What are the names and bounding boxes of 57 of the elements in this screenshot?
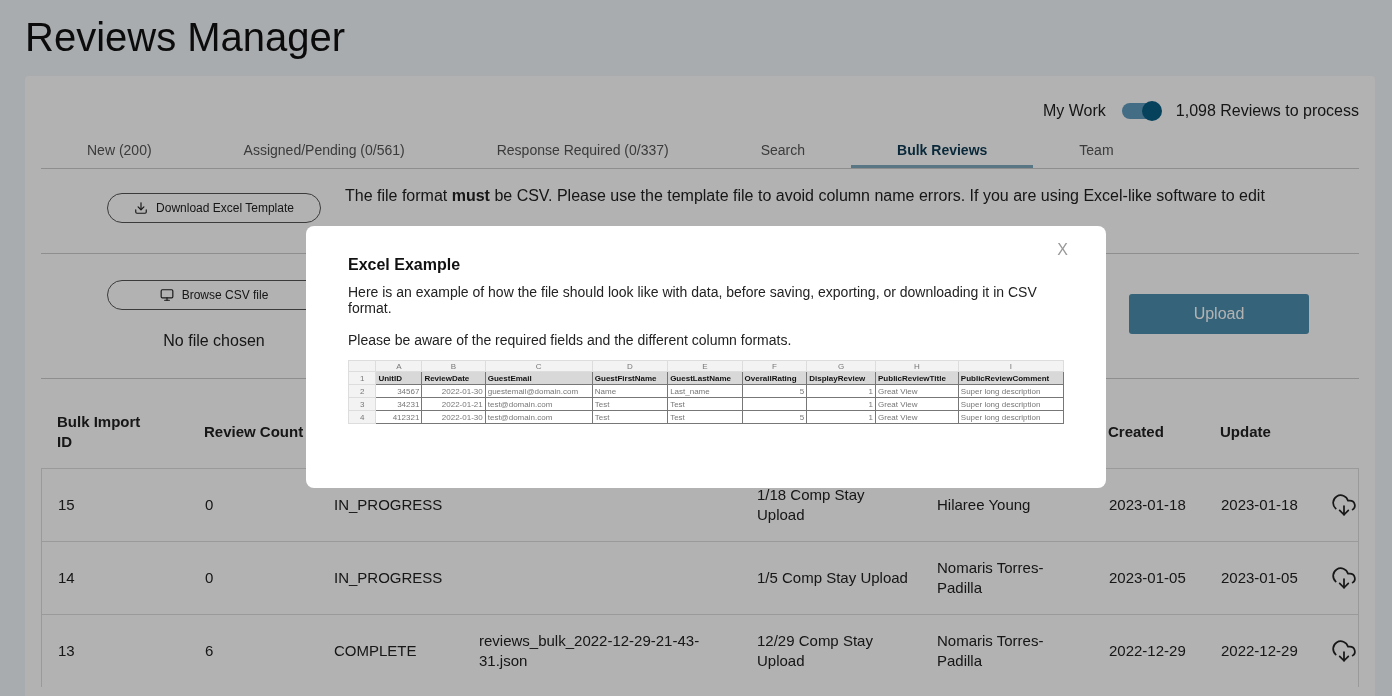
table-cell-text: Nomaris Torres-Padilla bbox=[937, 558, 1045, 598]
reviews-count: 1,098 Reviews to process bbox=[1175, 102, 1359, 120]
tab[interactable]: Bulk Reviews bbox=[851, 134, 1034, 168]
tab[interactable]: Team bbox=[1033, 134, 1160, 168]
tab[interactable]: New (200) bbox=[41, 134, 198, 168]
table-cell-text: 14 bbox=[58, 568, 76, 588]
cloud-download-icon[interactable] bbox=[1331, 565, 1357, 591]
tab[interactable]: Response Required (0/337) bbox=[450, 134, 715, 168]
dialog-title: Excel Example bbox=[348, 256, 462, 274]
table-cell-text: IN_PROGRESS bbox=[334, 495, 444, 515]
column-letter: F bbox=[742, 360, 807, 372]
table-cell-text: 2023-01-18 bbox=[1109, 495, 1187, 515]
tab[interactable]: Assigned/Pending (0/561) bbox=[197, 134, 451, 168]
tab[interactable]: Search bbox=[714, 134, 852, 168]
column-header: Created bbox=[1108, 421, 1165, 442]
download-template-button[interactable]: Download Excel Template bbox=[107, 193, 321, 223]
cloud-download-icon[interactable] bbox=[1331, 638, 1357, 664]
table-cell-text: Nomaris Torres-Padilla bbox=[937, 631, 1045, 671]
table-cell-text: reviews_bulk_2022-12-29-21-43-31.json bbox=[479, 631, 701, 671]
column-header: Update bbox=[1220, 421, 1272, 442]
column-letter: D bbox=[592, 360, 668, 372]
table-cell-text: Hilaree Young bbox=[937, 495, 1032, 515]
column-header: Review Count bbox=[204, 421, 304, 442]
table-cell-text: 6 bbox=[205, 641, 215, 661]
table-cell-text: 12/29 Comp Stay Upload bbox=[757, 631, 874, 671]
table-cell-text: 1/18 Comp Stay Upload bbox=[757, 485, 866, 525]
page-title: Reviews Manager bbox=[25, 14, 347, 61]
dialog-text: Here is an example of how the file should look like with data, before saving, exporting, or downloading it in CSV format. bbox=[348, 284, 1038, 316]
column-letter: A bbox=[375, 360, 422, 372]
cloud-download-icon[interactable] bbox=[1331, 492, 1357, 518]
table-cell-text: 15 bbox=[58, 495, 76, 515]
monitor-icon bbox=[159, 288, 174, 302]
my-work-toggle[interactable] bbox=[1121, 103, 1160, 119]
column-letter: G bbox=[806, 360, 876, 372]
format-note: The file format must be CSV. Please use the template file to avoid column name errors. If you are using Excel-like software to edit bbox=[345, 186, 1265, 206]
dialog-note: Please be aware of the required fields and the different column formats. bbox=[348, 332, 793, 348]
column-letter: E bbox=[667, 360, 743, 372]
my-work-label: My Work bbox=[1043, 102, 1106, 120]
table-cell-text: 2023-01-05 bbox=[1221, 568, 1299, 588]
table-cell-text: 2022-12-29 bbox=[1221, 641, 1299, 661]
table-cell-text: 1/5 Comp Stay Upload bbox=[757, 568, 909, 588]
column-letter: H bbox=[875, 360, 959, 372]
file-status: No file chosen bbox=[163, 332, 265, 350]
table-cell-text: COMPLETE bbox=[334, 641, 418, 661]
table-cell-text: 0 bbox=[205, 568, 215, 588]
column-header: Bulk Import ID bbox=[57, 411, 142, 452]
column-letter: B bbox=[421, 360, 486, 372]
table-cell-text: 2022-12-29 bbox=[1109, 641, 1187, 661]
download-icon bbox=[134, 201, 149, 215]
close-button[interactable]: X bbox=[1051, 240, 1074, 260]
table-cell-text: IN_PROGRESS bbox=[334, 568, 444, 588]
table-cell-text: 2023-01-05 bbox=[1109, 568, 1187, 588]
table-cell-text: 2023-01-18 bbox=[1221, 495, 1299, 515]
column-letter: C bbox=[485, 360, 593, 372]
table-cell-text: 13 bbox=[58, 641, 76, 661]
column-letter: I bbox=[958, 360, 1064, 372]
table-cell-text: 0 bbox=[205, 495, 215, 515]
